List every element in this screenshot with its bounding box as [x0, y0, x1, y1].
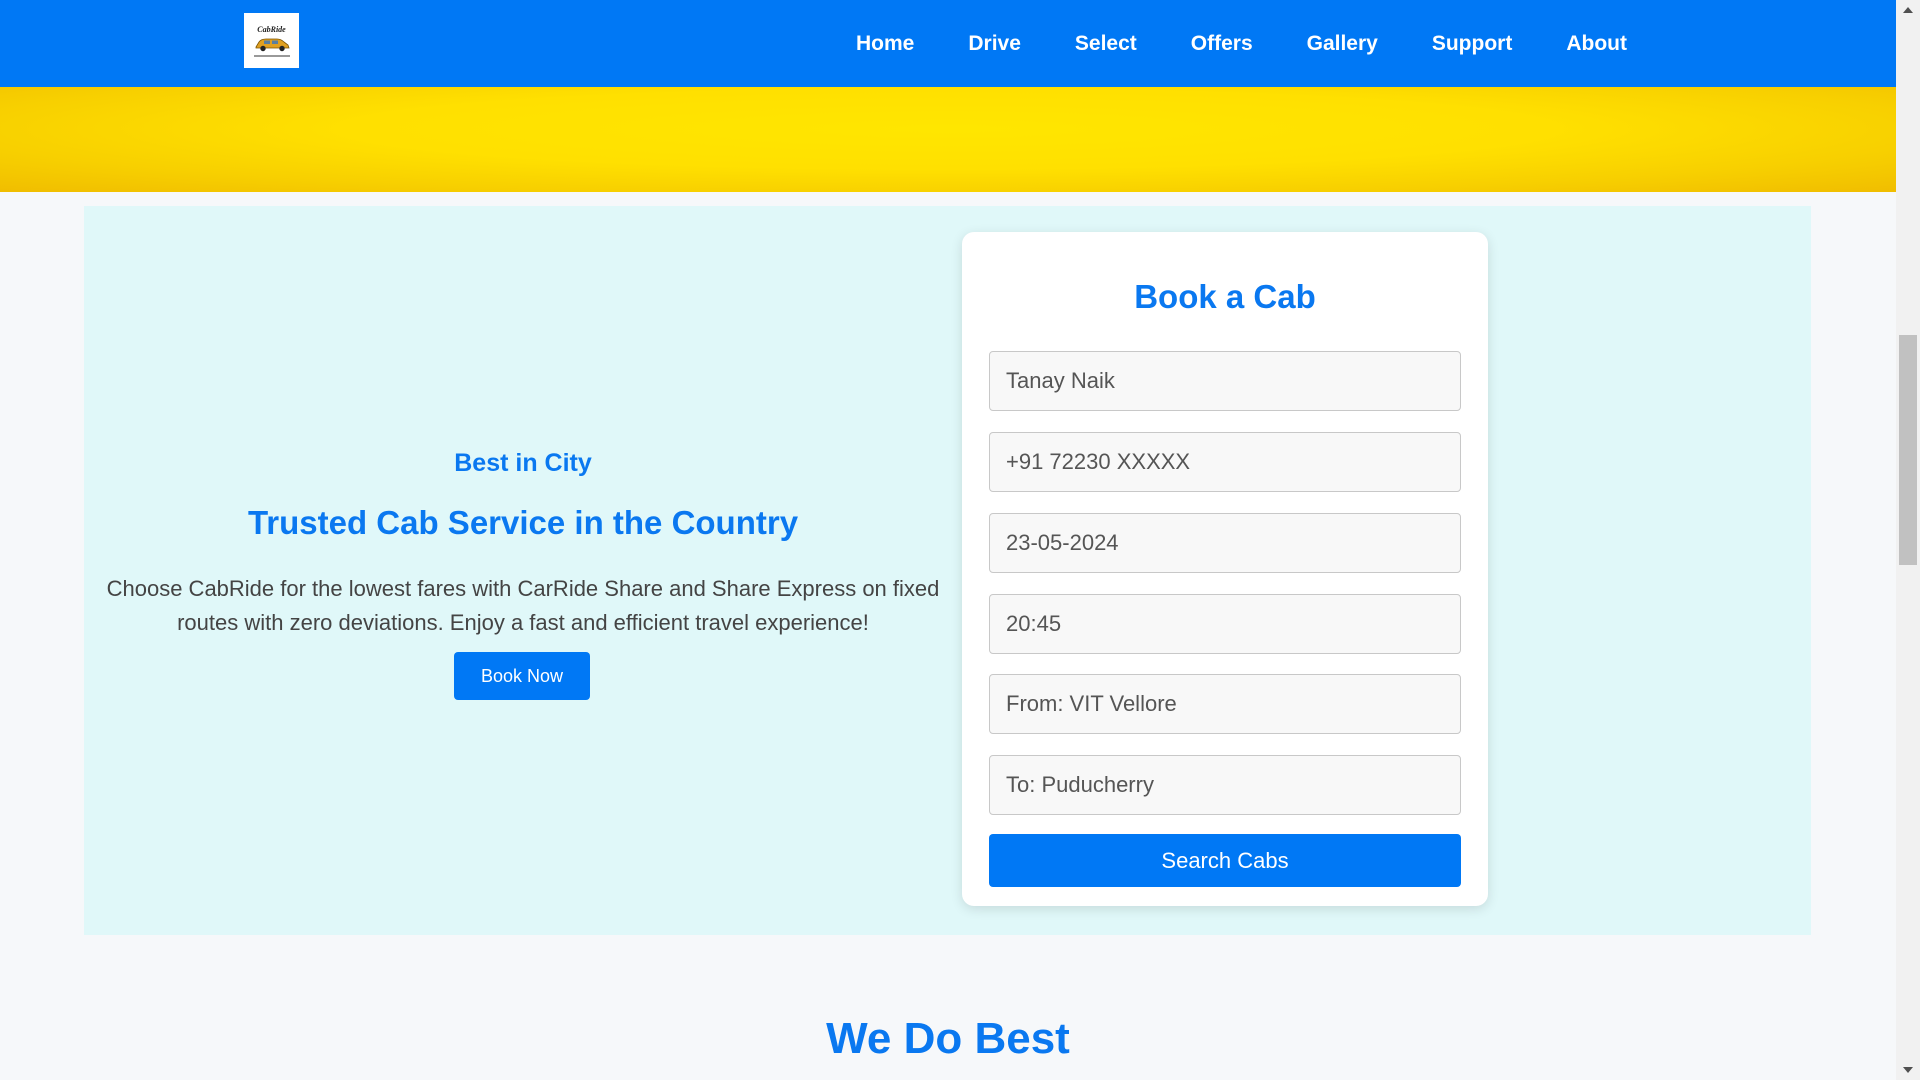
- nav-support[interactable]: Support: [1432, 32, 1512, 56]
- nav-offers[interactable]: Offers: [1191, 32, 1253, 56]
- navbar: CabRide Home Drive Select Offers Gallery…: [0, 0, 1896, 87]
- logo-subtext-line: [253, 54, 290, 57]
- nav-home[interactable]: Home: [856, 32, 914, 56]
- scrollbar-thumb[interactable]: [1899, 335, 1917, 565]
- scroll-down-arrow-icon[interactable]: [1896, 1060, 1920, 1080]
- from-input[interactable]: [989, 674, 1461, 734]
- vertical-scrollbar[interactable]: [1896, 0, 1920, 1080]
- hero-description: Choose CabRide for the lowest fares with…: [106, 576, 940, 635]
- brand-logo[interactable]: CabRide: [244, 13, 299, 68]
- page-viewport: CabRide Home Drive Select Offers Gallery…: [0, 0, 1896, 1080]
- book-now-button[interactable]: Book Now: [454, 652, 590, 700]
- search-cabs-button[interactable]: Search Cabs: [989, 834, 1461, 887]
- hero-content: Best in City Trusted Cab Service in the …: [84, 206, 962, 935]
- date-input[interactable]: [989, 513, 1461, 573]
- booking-section: Best in City Trusted Cab Service in the …: [84, 206, 1811, 935]
- hero-banner: [0, 87, 1896, 192]
- car-logo-icon: [255, 38, 290, 51]
- nav-about[interactable]: About: [1566, 32, 1627, 56]
- name-input[interactable]: [989, 351, 1461, 411]
- booking-title: Book a Cab: [1134, 278, 1316, 315]
- booking-form-card: Book a Cab Search Cabs: [962, 232, 1488, 906]
- we-do-best-heading: We Do Best: [826, 1014, 1070, 1063]
- hero-title: Trusted Cab Service in the Country: [247, 504, 799, 541]
- scroll-up-arrow-icon[interactable]: [1896, 0, 1920, 20]
- nav-gallery[interactable]: Gallery: [1307, 32, 1378, 56]
- logo-text: CabRide: [257, 24, 286, 34]
- to-input[interactable]: [989, 755, 1461, 815]
- nav-drive[interactable]: Drive: [968, 32, 1021, 56]
- nav-select[interactable]: Select: [1075, 32, 1137, 56]
- main-nav: Home Drive Select Offers Gallery Support…: [856, 0, 1627, 87]
- phone-input[interactable]: [989, 432, 1461, 492]
- hero-tagline: Best in City: [454, 449, 592, 477]
- time-input[interactable]: [989, 594, 1461, 654]
